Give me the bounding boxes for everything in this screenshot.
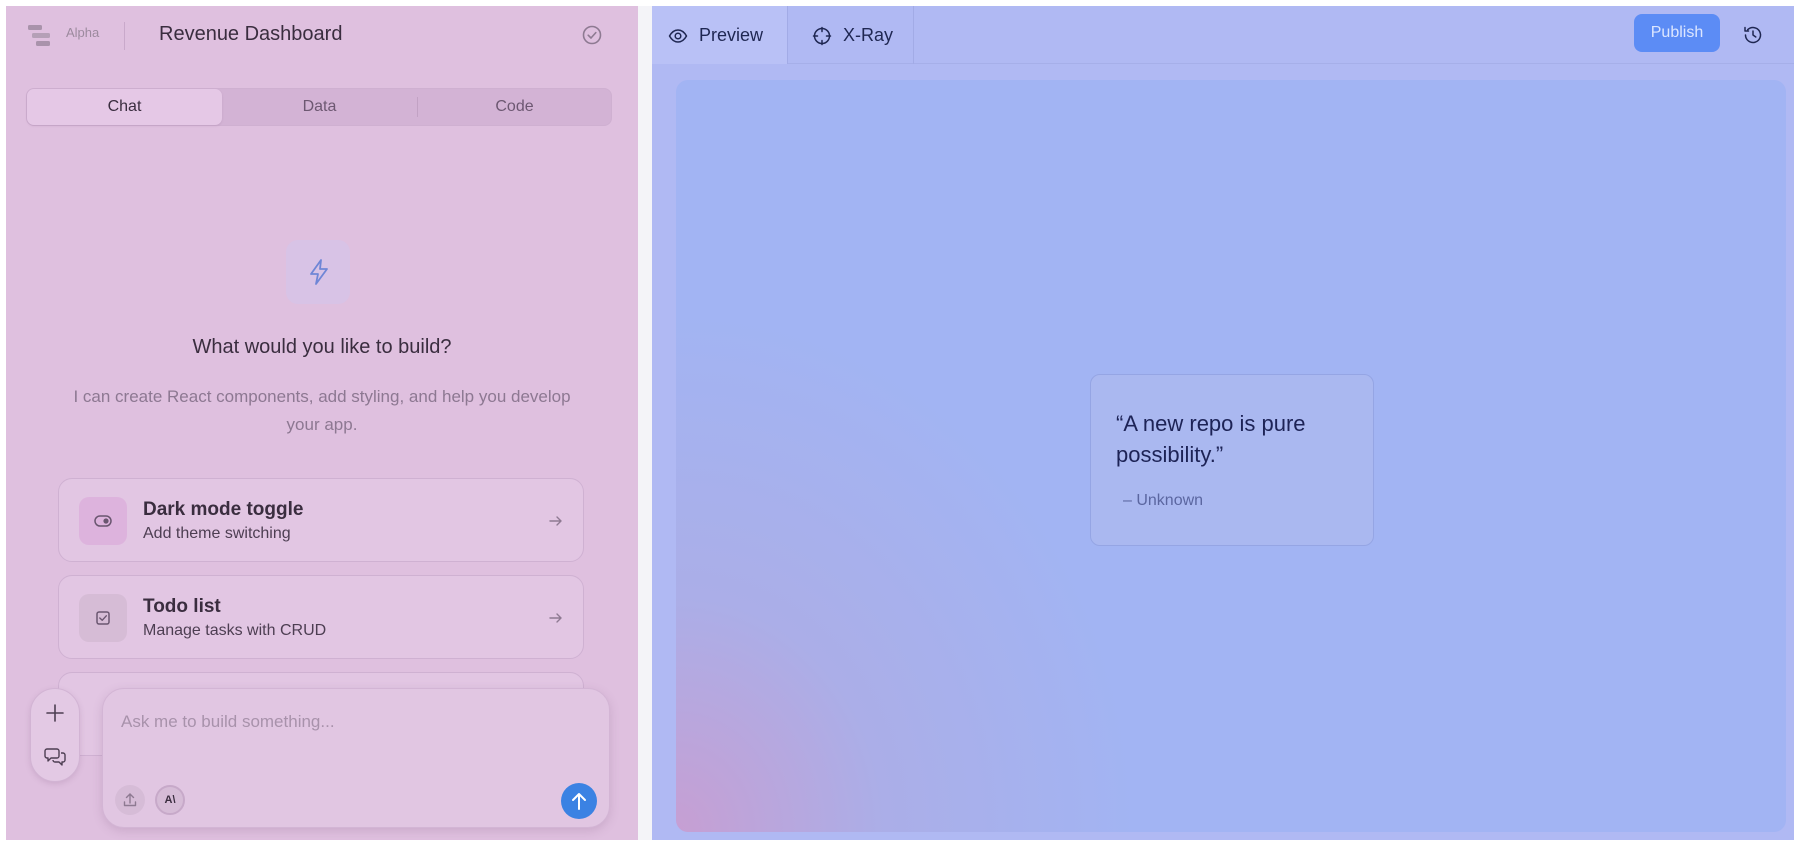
preview-header: Preview X-Ray Publish bbox=[652, 6, 1794, 64]
side-action-pill bbox=[30, 688, 80, 782]
suggestion-card-todo-list[interactable]: Todo list Manage tasks with CRUD bbox=[58, 575, 584, 659]
suggestion-subtitle: Manage tasks with CRUD bbox=[143, 622, 327, 639]
upload-icon bbox=[123, 793, 137, 807]
eye-icon bbox=[668, 29, 688, 43]
suggestion-title: Todo list bbox=[143, 596, 221, 617]
empty-state-subtitle: I can create React components, add styli… bbox=[73, 387, 571, 434]
tab-chat[interactable]: Chat bbox=[27, 89, 222, 125]
chat-input[interactable] bbox=[121, 707, 581, 737]
crosshair-icon bbox=[812, 26, 832, 46]
chat-bubbles-icon[interactable] bbox=[44, 745, 66, 767]
tab-code[interactable]: Code bbox=[417, 89, 612, 125]
logo-icon[interactable] bbox=[26, 22, 54, 50]
model-selector-button[interactable]: A\ bbox=[155, 785, 185, 815]
suggestion-subtitle: Add theme switching bbox=[143, 525, 291, 542]
upload-button[interactable] bbox=[115, 785, 145, 815]
project-title[interactable]: Revenue Dashboard bbox=[159, 23, 342, 46]
chat-header: Alpha Revenue Dashboard bbox=[6, 6, 638, 64]
empty-state-title: What would you like to build? bbox=[192, 336, 452, 358]
quote-author: – Unknown bbox=[1123, 492, 1204, 509]
history-icon[interactable] bbox=[1742, 24, 1764, 46]
tab-preview[interactable]: Preview bbox=[652, 6, 788, 64]
tab-xray[interactable]: X-Ray bbox=[788, 6, 914, 64]
quote-text: “A new repo is pure possibility.” bbox=[1116, 411, 1306, 467]
send-button[interactable] bbox=[561, 783, 597, 819]
panel-tabs: Chat Data Code bbox=[26, 88, 612, 126]
alpha-badge: Alpha bbox=[66, 25, 100, 40]
tab-label: Preview bbox=[699, 25, 764, 45]
arrow-up-icon bbox=[572, 793, 586, 810]
suggestion-icon-box bbox=[79, 497, 127, 545]
quote-card: “A new repo is pure possibility.” – Unkn… bbox=[1090, 374, 1374, 546]
chat-panel: Alpha Revenue Dashboard Chat Data Code W… bbox=[6, 6, 638, 840]
header-divider bbox=[124, 22, 125, 50]
tab-label: X-Ray bbox=[843, 25, 894, 45]
suggestion-icon-box bbox=[79, 594, 127, 642]
plus-icon[interactable] bbox=[45, 703, 65, 723]
check-circle-icon[interactable] bbox=[580, 23, 604, 47]
hero-badge bbox=[286, 240, 350, 304]
toggle-icon bbox=[94, 515, 112, 527]
app-preview-canvas[interactable]: “A new repo is pure possibility.” – Unkn… bbox=[676, 80, 1786, 832]
tab-data[interactable]: Data bbox=[222, 89, 417, 125]
publish-button[interactable]: Publish bbox=[1634, 14, 1720, 52]
suggestion-title: Dark mode toggle bbox=[143, 499, 304, 520]
lightning-bolt-icon bbox=[310, 259, 328, 285]
arrow-right-icon bbox=[549, 613, 562, 623]
arrow-right-icon bbox=[549, 516, 562, 526]
checkbox-icon bbox=[96, 611, 110, 625]
panel-resize-handle[interactable] bbox=[638, 6, 652, 840]
chat-composer: A\ bbox=[102, 688, 610, 828]
suggestion-card-dark-mode[interactable]: Dark mode toggle Add theme switching bbox=[58, 478, 584, 562]
preview-panel: Preview X-Ray Publish “A new repo is pur… bbox=[652, 6, 1794, 840]
